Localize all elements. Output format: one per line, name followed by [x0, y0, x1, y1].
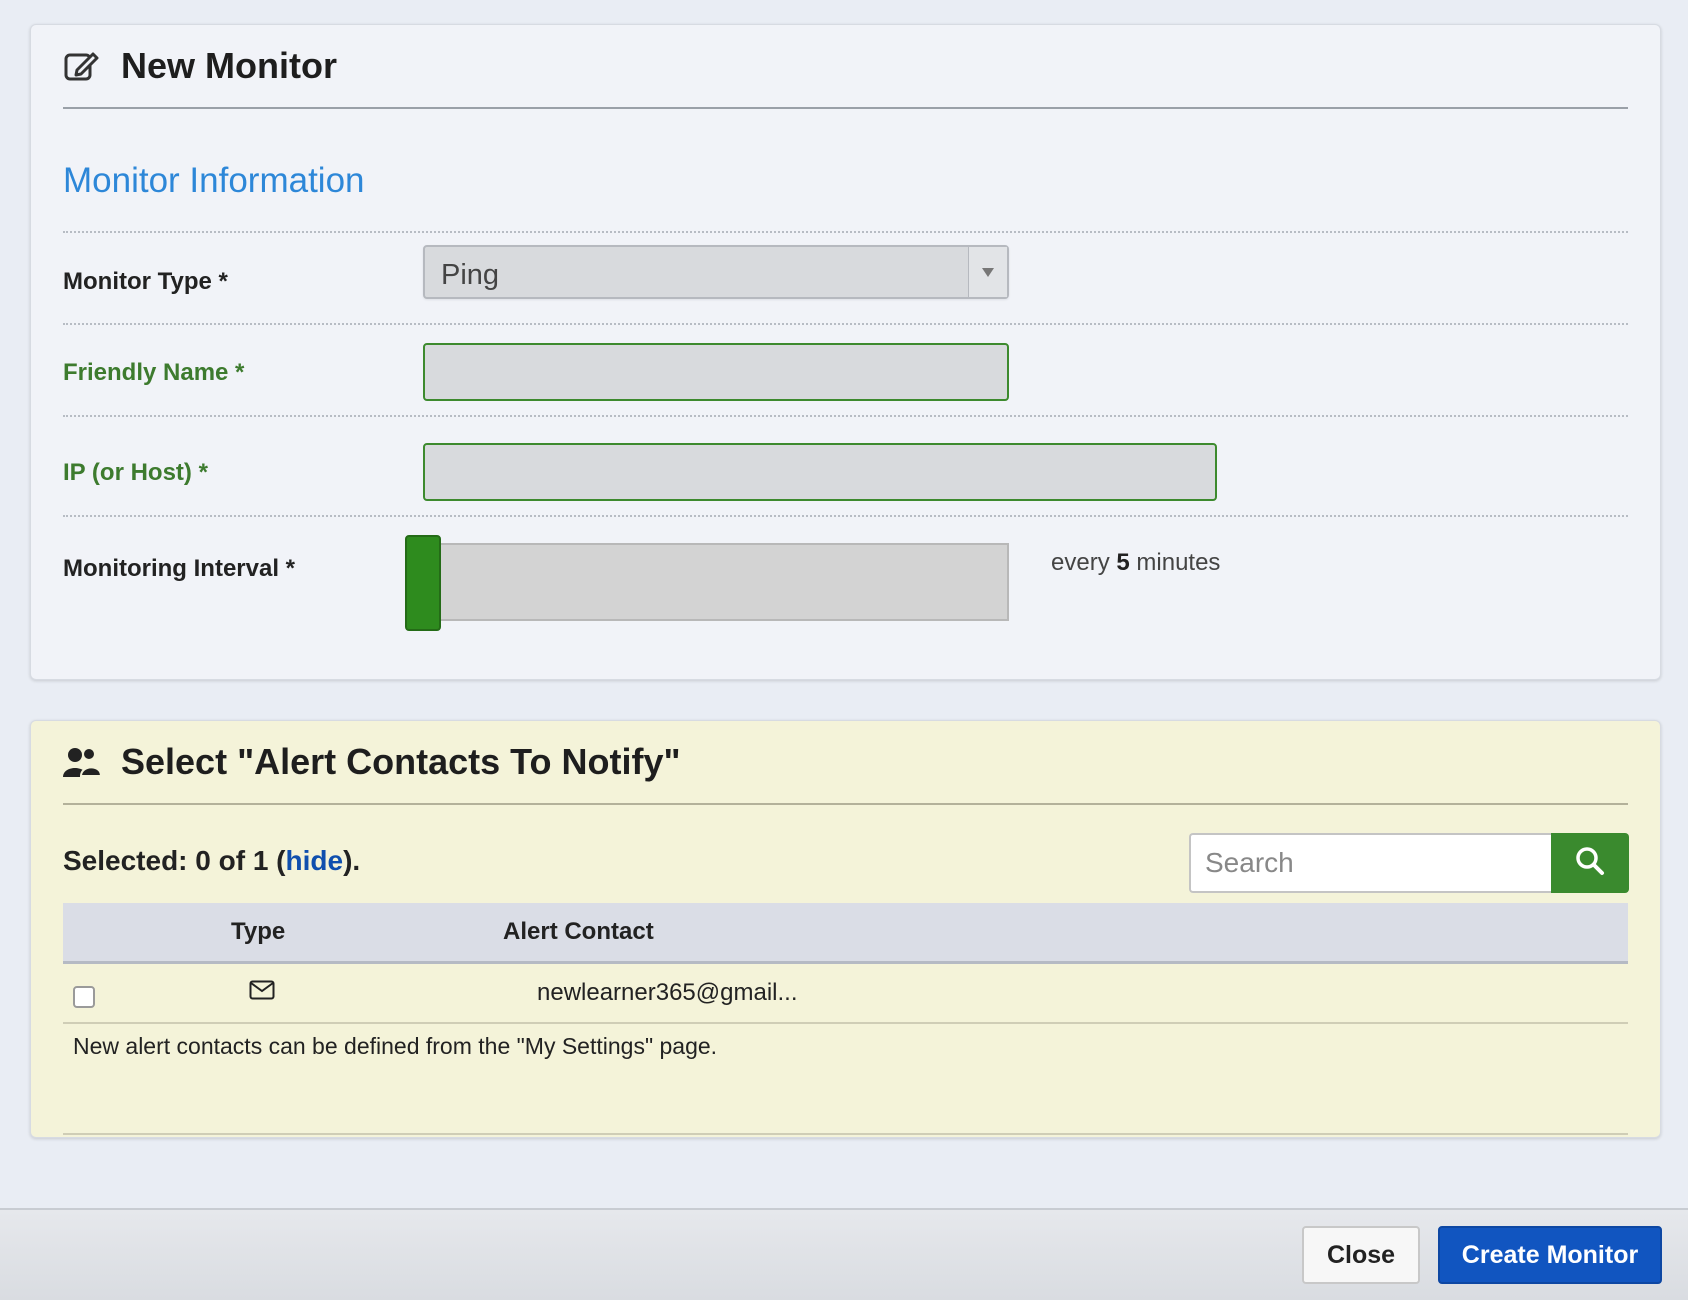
search-bar	[1189, 833, 1629, 893]
table-header: Type Alert Contact	[63, 903, 1628, 964]
monitor-type-select[interactable]: Ping	[423, 245, 1009, 299]
modal-footer: Close Create Monitor	[0, 1208, 1688, 1300]
alerts-title: Select "Alert Contacts To Notify"	[121, 741, 681, 782]
envelope-icon	[249, 980, 275, 1005]
search-button[interactable]	[1551, 833, 1629, 893]
monitor-info-panel: New Monitor Monitor Information Monitor …	[30, 24, 1661, 680]
friendly-name-input[interactable]	[423, 343, 1009, 401]
section-title: Monitor Information	[63, 161, 365, 200]
selected-prefix: Selected: 0 of 1 (	[63, 845, 286, 876]
friendly-name-label: Friendly Name *	[63, 359, 245, 386]
monitor-type-label: Monitor Type *	[63, 268, 228, 295]
alert-contact-email: newlearner365@gmail...	[537, 979, 798, 1006]
interval-slider-handle[interactable]	[405, 535, 441, 631]
monitor-type-value: Ping	[441, 259, 500, 291]
create-monitor-button[interactable]: Create Monitor	[1438, 1226, 1662, 1284]
host-input[interactable]	[423, 443, 1217, 501]
interval-suffix: minutes	[1136, 549, 1221, 576]
selected-suffix: ).	[343, 845, 361, 876]
selected-count: Selected: 0 of 1 (hide).	[63, 845, 360, 877]
edit-icon	[63, 46, 103, 86]
close-button[interactable]: Close	[1302, 1226, 1420, 1284]
alert-contacts-panel: Select "Alert Contacts To Notify" Select…	[30, 720, 1661, 1138]
chevron-down-icon[interactable]	[968, 247, 1007, 297]
column-header-type: Type	[231, 918, 286, 945]
users-icon	[63, 742, 103, 782]
divider	[63, 231, 1628, 233]
interval-slider-track[interactable]	[439, 543, 1009, 621]
interval-prefix: every	[1051, 549, 1110, 576]
table-row: newlearner365@gmail...	[63, 964, 1628, 1024]
panel-header: Select "Alert Contacts To Notify"	[63, 721, 1628, 805]
panel-header: New Monitor	[63, 25, 1628, 109]
search-icon	[1575, 846, 1605, 881]
row-checkbox[interactable]	[73, 986, 95, 1008]
search-input[interactable]	[1189, 833, 1551, 893]
hide-link[interactable]: hide	[286, 845, 344, 876]
divider	[63, 1133, 1628, 1135]
divider	[63, 415, 1628, 417]
interval-readout: every 5 minutes	[1051, 549, 1220, 577]
divider	[63, 323, 1628, 325]
page-title: New Monitor	[121, 45, 337, 86]
column-header-alert-contact: Alert Contact	[503, 918, 654, 945]
interval-value: 5	[1116, 549, 1130, 576]
interval-label: Monitoring Interval *	[63, 555, 296, 582]
divider	[63, 515, 1628, 517]
alerts-note: New alert contacts can be defined from t…	[73, 1033, 718, 1059]
host-label: IP (or Host) *	[63, 459, 208, 486]
